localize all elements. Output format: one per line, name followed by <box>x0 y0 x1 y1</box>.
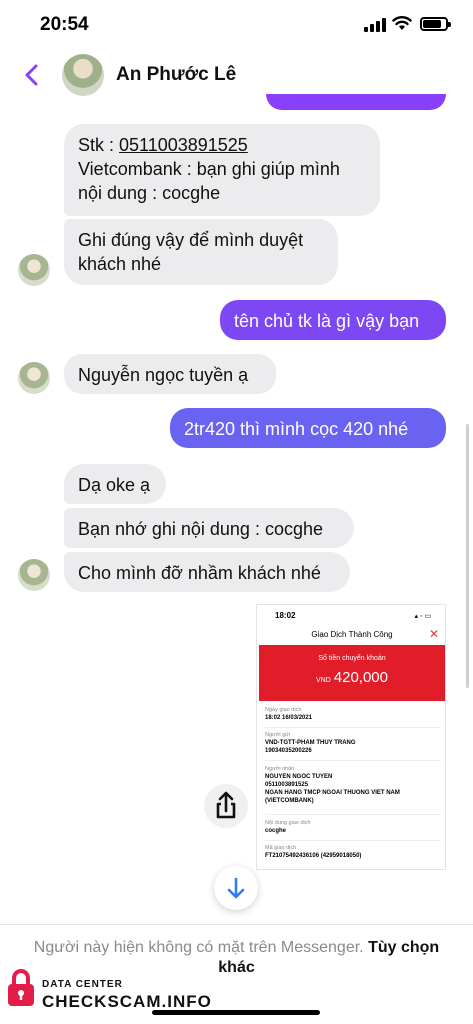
divider <box>0 924 473 925</box>
signal-icon <box>364 18 386 32</box>
scroll-to-bottom-button[interactable] <box>214 866 258 910</box>
receipt-field: Người nhận NGUYEN NGOC TUYEN 05110038915… <box>265 765 441 815</box>
receipt-field: Mã giao dịch FT21075492436106 (429590180… <box>265 844 441 866</box>
avatar[interactable] <box>18 559 50 591</box>
receipt-field-value: 0511003891525 <box>265 782 309 788</box>
avatar[interactable] <box>62 54 104 96</box>
receipt-field-value: NGAN HANG TMCP NGOAI THUONG VIET NAM <box>265 790 400 796</box>
unavailable-notice: Người này hiện không có mặt trên Messeng… <box>20 938 453 978</box>
receipt-field-label: Người nhận <box>265 766 295 772</box>
message-bubble[interactable]: Cho mình đỡ nhầm khách nhé <box>64 552 350 592</box>
message-text: Dạ oke ạ <box>78 475 151 495</box>
receipt-field-value: VND-TGTT-PHAM THUY TRANG <box>265 740 356 746</box>
receipt-field-value: cocghe <box>265 828 287 834</box>
receipt-amount-value: 420,000 <box>333 669 388 686</box>
home-indicator <box>152 1010 320 1015</box>
watermark-title: CHECKSCAM.INFO <box>42 992 212 1011</box>
receipt-amount: VND 420,000 <box>259 669 445 687</box>
message-bubble[interactable]: Bạn nhớ ghi nội dung : cocghe <box>64 508 354 548</box>
message-bubble[interactable]: Stk : 0511003891525 Vietcombank : bạn gh… <box>64 124 380 216</box>
receipt-field-label: Người gửi <box>265 732 291 738</box>
arrow-down-icon <box>227 877 245 899</box>
receipt-field: Người gửi VND-TGTT-PHAM THUY TRANG 19034… <box>265 731 441 761</box>
receipt-image[interactable]: 18:02 ▴ ◦ ▭ Giao Dịch Thành Công ✕ Số ti… <box>256 604 446 870</box>
message-bubble[interactable]: Dạ oke ạ <box>64 464 166 504</box>
receipt-field-value: 19034035200226 <box>265 748 312 754</box>
message-text: Nguyễn ngọc tuyền ạ <box>78 365 249 385</box>
message-text: Cho mình đỡ nhầm khách nhé <box>78 563 321 583</box>
lock-icon <box>8 969 34 1006</box>
receipt-field-label: Ngày giao dịch <box>265 707 302 713</box>
status-bar: 20:54 <box>0 0 473 50</box>
receipt-status-icons: ▴ ◦ ▭ <box>414 613 432 620</box>
battery-icon <box>420 17 451 31</box>
receipt-field-value: NGUYEN NGOC TUYEN <box>265 774 333 780</box>
previous-message-bubble <box>266 94 446 110</box>
wifi-icon <box>392 16 412 30</box>
receipt-time: 18:02 <box>275 611 296 620</box>
receipt-title: Giao Dịch Thành Công <box>311 630 393 639</box>
avatar[interactable] <box>18 362 50 394</box>
watermark-subtitle: DATA CENTER <box>42 979 123 990</box>
receipt-amount-panel: Số tiền chuyển khoản VND 420,000 <box>259 645 445 701</box>
status-time: 20:54 <box>40 14 89 35</box>
receipt-field-value: (VIETCOMBANK) <box>265 798 314 804</box>
share-icon <box>216 791 236 819</box>
receipt-field-label: Mã giao dịch <box>265 845 297 851</box>
message-text: Bạn nhớ ghi nội dung : cocghe <box>78 519 323 539</box>
receipt-field: Nội dung giao dịch cocghe <box>265 819 441 841</box>
message-text: nội dung : cocghe <box>78 183 221 203</box>
receipt-amount-label: Số tiền chuyển khoản <box>318 655 386 662</box>
receipt-field-label: Nội dung giao dịch <box>265 820 311 826</box>
close-icon: ✕ <box>428 627 439 641</box>
receipt-field-value: FT21075492436106 (42959018050) <box>265 853 362 859</box>
receipt-field: Ngày giao dịch 18:02 16/03/2021 <box>265 706 441 728</box>
receipt-currency: VND <box>315 677 331 684</box>
notice-text: Người này hiện không có mặt trên Messeng… <box>33 939 364 956</box>
message-bubble-outgoing[interactable]: 2tr420 thì mình cọc 420 nhé <box>170 408 446 448</box>
message-bubble-outgoing[interactable]: tên chủ tk là gì vậy bạn <box>220 300 446 340</box>
account-number-link[interactable]: 0511003891525 <box>119 135 248 155</box>
message-text: 2tr420 thì mình cọc 420 nhé <box>184 419 409 439</box>
receipt-field-value: 18:02 16/03/2021 <box>265 715 313 721</box>
share-button[interactable] <box>204 784 248 828</box>
message-text: tên chủ tk là gì vậy bạn <box>234 311 420 331</box>
avatar[interactable] <box>18 254 50 286</box>
message-bubble[interactable]: Ghi đúng vậy để mình duyệt khách nhé <box>64 219 338 285</box>
message-bubble[interactable]: Nguyễn ngọc tuyền ạ <box>64 354 276 394</box>
message-text: Ghi đúng vậy để mình duyệt khách nhé <box>78 230 304 274</box>
scrollbar[interactable] <box>466 424 469 688</box>
contact-name[interactable]: An Phước Lê <box>116 64 236 86</box>
message-text: Stk : <box>78 135 120 155</box>
message-text: Vietcombank : bạn ghi giúp mình <box>78 159 340 179</box>
back-icon[interactable] <box>18 60 46 90</box>
